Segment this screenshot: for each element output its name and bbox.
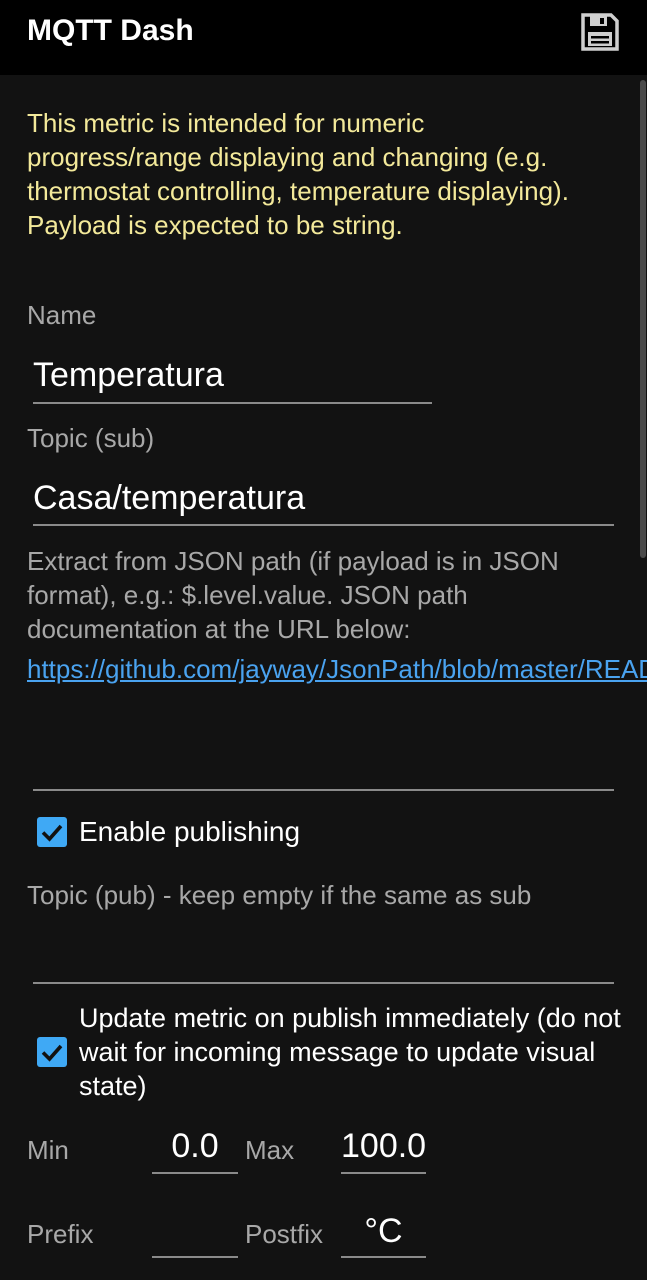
enable-publishing-checkbox[interactable]: [37, 817, 67, 847]
min-label: Min: [27, 1135, 69, 1165]
name-input-underline: [33, 402, 432, 404]
scrollbar[interactable]: [640, 80, 646, 558]
topic-pub-input[interactable]: [33, 938, 613, 976]
enable-publishing-label[interactable]: Enable publishing: [79, 816, 300, 848]
json-path-help: Extract from JSON path (if payload is in…: [27, 546, 559, 644]
app-bar: MQTT Dash: [0, 0, 647, 75]
max-label: Max: [245, 1135, 295, 1165]
json-path-input-underline: [33, 789, 614, 791]
min-input[interactable]: 0.0: [152, 1127, 238, 1166]
topic-pub-label: Topic (pub) - keep empty if the same as …: [27, 880, 532, 910]
name-label: Name: [27, 300, 97, 330]
postfix-input[interactable]: °C: [341, 1212, 426, 1251]
topic-pub-input-underline: [33, 982, 614, 984]
prefix-label: Prefix: [27, 1219, 94, 1249]
prefix-input-underline: [152, 1256, 238, 1258]
json-path-doc-link[interactable]: https://github.com/jayway/JsonPath/blob/…: [27, 652, 647, 686]
checkmark-icon: [41, 1044, 63, 1062]
update-immediately-label[interactable]: Update metric on publish immediately (do…: [79, 1001, 624, 1103]
app-title: MQTT Dash: [27, 14, 194, 47]
floppy-disk-icon: [581, 13, 619, 51]
name-input[interactable]: Temperatura: [33, 356, 431, 395]
postfix-label: Postfix: [245, 1219, 324, 1249]
json-path-input[interactable]: [33, 750, 613, 788]
checkmark-icon: [41, 824, 63, 842]
postfix-input-underline: [341, 1256, 426, 1258]
metric-description: This metric is intended for numeric prog…: [27, 108, 569, 240]
topic-sub-input-underline: [33, 524, 614, 526]
topic-sub-label: Topic (sub): [27, 423, 155, 453]
min-input-underline: [152, 1172, 238, 1174]
update-immediately-checkbox[interactable]: [37, 1037, 67, 1067]
metric-editor-screen: MQTT Dash This metric is intended for nu…: [0, 0, 647, 1280]
prefix-input[interactable]: [152, 1212, 238, 1250]
max-input-underline: [341, 1172, 426, 1174]
topic-sub-input[interactable]: Casa/temperatura: [33, 479, 613, 518]
max-input[interactable]: 100.0: [341, 1127, 426, 1166]
save-button[interactable]: [580, 12, 620, 52]
